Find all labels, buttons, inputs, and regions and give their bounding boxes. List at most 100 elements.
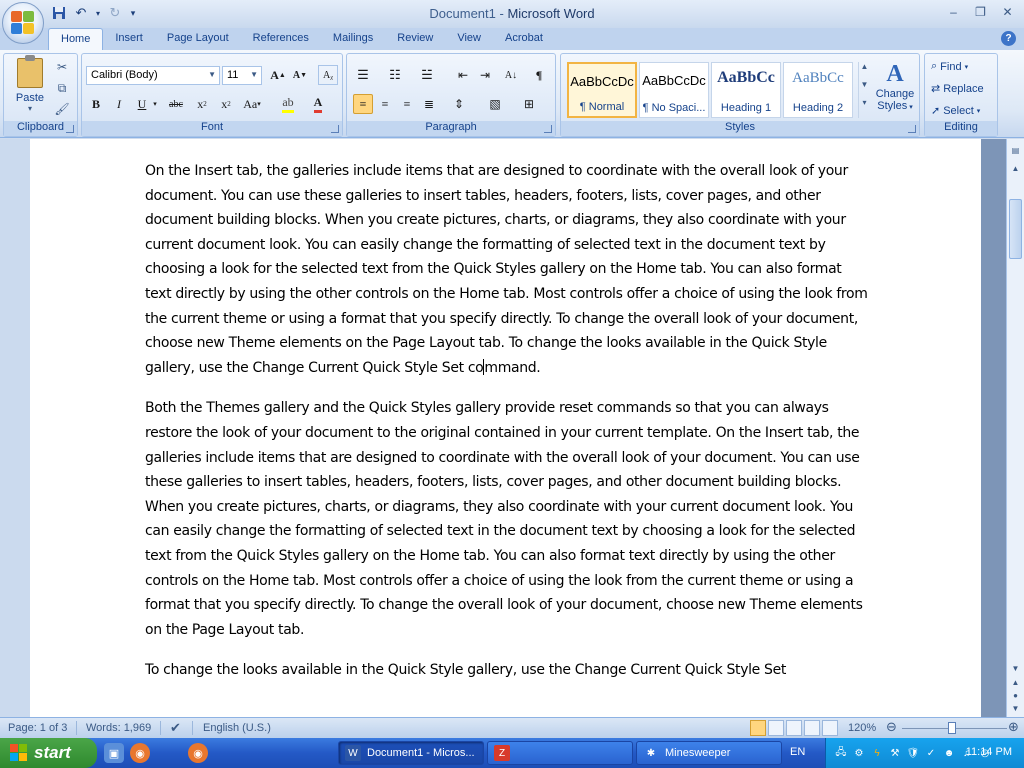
tab-insert[interactable]: Insert: [103, 28, 155, 50]
highlight-icon[interactable]: ab: [278, 94, 298, 114]
restore-icon[interactable]: ❐: [968, 2, 993, 22]
clipboard-launcher-icon[interactable]: [66, 125, 74, 133]
network-icon[interactable]: 🖧: [834, 746, 848, 760]
scroll-up-icon[interactable]: ▲: [1008, 161, 1023, 176]
task-minesweeper[interactable]: ✱ Minesweeper: [636, 741, 782, 765]
show-formatting-icon[interactable]: ¶: [529, 65, 549, 85]
style-no-spacing[interactable]: AaBbCcDc ¶ No Spaci...: [639, 62, 709, 118]
shield-icon[interactable]: 🛡: [906, 746, 920, 760]
copy-icon[interactable]: ⧉: [54, 80, 70, 96]
tab-page-layout[interactable]: Page Layout: [155, 28, 241, 50]
web-layout-icon[interactable]: [786, 720, 802, 736]
zoom-slider-thumb[interactable]: [948, 722, 956, 734]
line-spacing-icon[interactable]: ⇕: [449, 94, 469, 114]
show-desktop-icon[interactable]: ▣: [104, 743, 124, 763]
style-normal[interactable]: AaBbCcDc ¶ Normal: [567, 62, 637, 118]
tab-acrobat[interactable]: Acrobat: [493, 28, 555, 50]
paragraph-1[interactable]: On the Insert tab, the galleries include…: [145, 159, 871, 380]
vertical-scrollbar[interactable]: ▤ ▲ ▼ ▲ ● ▼: [1006, 139, 1024, 717]
document-page[interactable]: On the Insert tab, the galleries include…: [30, 139, 981, 717]
tab-review[interactable]: Review: [385, 28, 445, 50]
document-body[interactable]: On the Insert tab, the galleries include…: [145, 159, 871, 699]
close-icon[interactable]: ✕: [995, 2, 1020, 22]
zoom-in-icon[interactable]: ⊕: [1008, 719, 1019, 735]
next-page-icon[interactable]: ▼: [1008, 701, 1023, 716]
format-painter-icon[interactable]: 🖌: [54, 101, 70, 117]
font-size-combo[interactable]: 11 ▼: [222, 66, 262, 85]
task-filezilla[interactable]: Z: [487, 741, 633, 765]
change-styles-button[interactable]: A Change Styles ▾: [873, 60, 917, 112]
print-layout-view-icon[interactable]: [750, 720, 766, 736]
multilevel-list-icon[interactable]: ☱: [417, 65, 437, 85]
increase-indent-icon[interactable]: ⇥: [475, 65, 495, 85]
word-count[interactable]: Words: 1,969: [86, 722, 151, 734]
bold-icon[interactable]: B: [86, 94, 106, 114]
gallery-up-icon[interactable]: ▲: [859, 62, 870, 80]
taskbar-clock[interactable]: 11:14 PM: [966, 746, 1012, 758]
page-indicator[interactable]: Page: 1 of 3: [8, 722, 67, 734]
strikethrough-icon[interactable]: abc: [166, 94, 186, 114]
firefox-icon[interactable]: ◉: [130, 743, 150, 763]
paragraph-launcher-icon[interactable]: [544, 125, 552, 133]
proofing-icon[interactable]: ✔: [170, 720, 181, 736]
outline-view-icon[interactable]: [804, 720, 820, 736]
update-icon[interactable]: ϟ: [870, 746, 884, 760]
tab-home[interactable]: Home: [48, 28, 104, 50]
underline-dropdown-icon[interactable]: ▾: [150, 94, 160, 114]
scroll-thumb[interactable]: [1009, 199, 1022, 259]
align-left-icon[interactable]: ≡: [353, 94, 373, 114]
cut-icon[interactable]: ✂: [54, 59, 70, 75]
help-icon[interactable]: ?: [1001, 31, 1016, 46]
justify-icon[interactable]: ≣: [419, 94, 439, 114]
change-case-icon[interactable]: Aa ▾: [242, 94, 262, 114]
align-right-icon[interactable]: ≡: [397, 94, 417, 114]
security-icon[interactable]: ⚙: [852, 746, 866, 760]
replace-button[interactable]: ⇄ Replace: [931, 82, 984, 96]
styles-launcher-icon[interactable]: [908, 125, 916, 133]
tools-icon[interactable]: ⚒: [888, 746, 902, 760]
task-word-document[interactable]: W Document1 - Micros...: [338, 741, 484, 765]
subscript-icon[interactable]: x2: [192, 94, 212, 114]
tab-mailings[interactable]: Mailings: [321, 28, 385, 50]
sort-icon[interactable]: A↓: [501, 65, 521, 85]
grow-font-icon[interactable]: A ▲: [268, 65, 288, 85]
font-color-icon[interactable]: A: [308, 94, 328, 114]
underline-icon[interactable]: U: [132, 94, 152, 114]
find-button[interactable]: ⌕ Find ▾: [931, 60, 968, 73]
align-center-icon[interactable]: ≡: [375, 94, 395, 114]
shrink-font-icon[interactable]: A ▼: [290, 65, 310, 85]
full-screen-reading-icon[interactable]: [768, 720, 784, 736]
tab-view[interactable]: View: [445, 28, 493, 50]
zoom-level[interactable]: 120%: [848, 722, 876, 734]
style-heading-1[interactable]: AaBbCc Heading 1: [711, 62, 781, 118]
language-indicator[interactable]: English (U.S.): [203, 722, 271, 734]
paragraph-2[interactable]: Both the Themes gallery and the Quick St…: [145, 396, 871, 642]
bullets-icon[interactable]: ☰: [353, 65, 373, 85]
numbering-icon[interactable]: ☷: [385, 65, 405, 85]
clear-formatting-icon[interactable]: Aᵪ: [318, 65, 338, 85]
gallery-down-icon[interactable]: ▼: [859, 80, 870, 98]
decrease-indent-icon[interactable]: ⇤: [453, 65, 473, 85]
tab-references[interactable]: References: [241, 28, 321, 50]
borders-icon[interactable]: ⊞: [519, 94, 539, 114]
office-button[interactable]: [2, 2, 44, 44]
select-button[interactable]: ➚ Select ▾: [931, 104, 980, 118]
font-name-combo[interactable]: Calibri (Body) ▼: [86, 66, 220, 85]
firefox-task-icon[interactable]: ◉: [188, 743, 208, 763]
gallery-more-icon[interactable]: ▾: [859, 98, 870, 116]
italic-icon[interactable]: I: [109, 94, 129, 114]
view-ruler-icon[interactable]: ▤: [1008, 143, 1023, 158]
scroll-down-icon[interactable]: ▼: [1008, 661, 1023, 676]
start-button[interactable]: start: [0, 738, 97, 768]
font-launcher-icon[interactable]: [331, 125, 339, 133]
style-heading-2[interactable]: AaBbCc Heading 2: [783, 62, 853, 118]
shading-icon[interactable]: ▧: [485, 94, 505, 114]
zoom-out-icon[interactable]: ⊖: [886, 719, 897, 735]
checkmark-icon[interactable]: ✓: [924, 746, 938, 760]
paragraph-3[interactable]: To change the looks available in the Qui…: [145, 658, 871, 683]
input-language[interactable]: EN: [790, 746, 805, 758]
paste-button[interactable]: Paste ▾: [10, 55, 50, 118]
minimize-icon[interactable]: –: [941, 2, 966, 22]
user-icon[interactable]: ☻: [942, 746, 956, 760]
superscript-icon[interactable]: x2: [216, 94, 236, 114]
